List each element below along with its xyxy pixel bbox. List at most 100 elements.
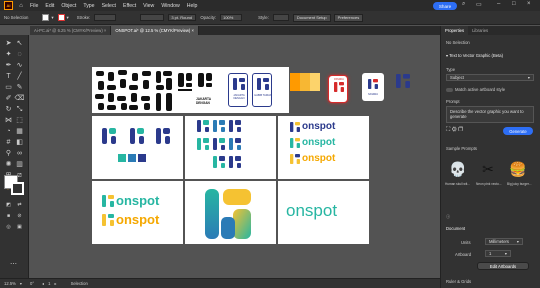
lasso-icon[interactable]: ◌ [15,50,24,59]
direct-selection-tool-icon[interactable]: ↖ [15,39,24,48]
gradient-tool-icon[interactable]: ◧ [15,138,24,147]
document-setup-button[interactable]: Document Setup [292,13,331,22]
tab-libraries[interactable]: Libraries [468,26,492,35]
sample-caption: Neon pink vecto... [476,182,502,186]
zoom-level[interactable]: 12.5% [4,281,16,286]
neon-sample-icon[interactable]: ✂ [477,158,499,180]
prev-artboard-icon[interactable]: ◂ [42,281,44,286]
menu-bar: Ai ⌂ File Edit Object Type Select Effect… [0,0,540,11]
home-icon[interactable]: ⌂ [16,3,26,9]
shape-builder-icon[interactable]: ◔ [4,127,13,136]
generate-button[interactable]: Generate [503,127,533,135]
line-tool-icon[interactable]: ╱ [15,72,24,81]
brush-select[interactable]: 3 pt. Round [168,14,197,21]
tab-properties[interactable]: Properties [441,26,469,35]
stroke-swatch[interactable] [57,14,65,21]
draw-mode-icon[interactable]: ◎ [4,223,13,232]
skull-sample-icon[interactable]: 💀 [447,158,469,180]
menu-view[interactable]: View [143,3,154,9]
rotation-angle[interactable]: 0° [30,281,34,286]
opacity-field[interactable]: 100% [220,14,243,21]
burger-sample-icon[interactable]: 🍔 [507,158,529,180]
chevron-down-icon[interactable]: ▾ [51,15,53,21]
orange-swatches[interactable] [290,73,320,91]
wordmark-yellow-large: onspot [116,212,160,227]
units-select[interactable]: Millimeters ▾ [485,238,523,245]
text-to-vector-heading[interactable]: ▾ Text to Vector Graphic (Beta) [446,53,503,58]
artboard-variants[interactable] [185,116,276,179]
fill-swatch[interactable] [42,14,50,21]
artboard-select[interactable]: 1 ▾ [485,250,511,257]
preferences-button[interactable]: Preferences [333,13,364,22]
blend-tool-icon[interactable]: ∞ [15,149,24,158]
shaper-tool-icon[interactable]: ✐ [4,94,13,103]
prompt-options-icons[interactable]: ⛶ ⚙ ❐ [446,127,463,134]
eyedropper-icon[interactable]: ⚲ [4,149,13,158]
chevron-down-icon[interactable]: ▾ [20,281,22,286]
menu-window[interactable]: Window [161,3,179,9]
free-transform-icon[interactable]: ⬚ [15,116,24,125]
artboard-number[interactable]: 1 [48,281,50,286]
chevron-down-icon: ▾ [504,251,507,256]
more-tools-icon[interactable]: ⋯ [9,260,18,269]
selection-tool-icon[interactable]: ➤ [4,39,13,48]
swap-colors-icon[interactable]: ⇄ [15,201,24,210]
logo-mark-navy[interactable] [396,73,410,89]
artboard-big-mark[interactable] [185,181,276,244]
edit-artboards-label: Edit Artboards [489,263,517,269]
stroke-color-swatch[interactable] [11,182,24,195]
info-icon[interactable]: ⓘ [446,214,450,220]
sign-pasdda[interactable]: PASDDA [328,75,348,103]
brush-tool-icon[interactable]: ✎ [15,83,24,92]
artboard-row1[interactable]: JAKARTA DENGAN JAKARTA DENGAN HABIB TAMA… [92,67,289,113]
tab-ai-pc[interactable]: Ai-PC.ai* @ 6.25 % (CMYK/Preview) × [30,26,112,35]
minimize-icon[interactable]: – [497,1,500,7]
prompt-input[interactable]: Describe the vector graphic you want to … [446,106,534,123]
sign-nasdra[interactable]: NASDRA [362,73,384,101]
width-tool-icon[interactable]: ⋈ [4,116,13,125]
toggle-switch[interactable] [446,87,453,92]
magic-wand-icon[interactable]: ✦ [4,50,13,59]
scale-tool-icon[interactable]: ⤡ [15,105,24,114]
tab-onspot[interactable]: ONSPOT.ai* @ 12.5 % (CMYK/Preview) × [111,26,199,35]
menu-type[interactable]: Type [83,3,94,9]
perspective-grid-icon[interactable]: ▦ [15,127,24,136]
artboard-wordmark-stack[interactable]: onspot onspot [92,181,183,244]
canvas[interactable]: JAKARTA DENGAN JAKARTA DENGAN HABIB TAMA… [30,35,440,278]
match-style-toggle[interactable]: Match active artboard style [446,87,505,92]
color-mode-icon[interactable]: ■ [4,212,13,221]
symbol-sprayer-icon[interactable]: ✺ [4,160,13,169]
artboard-wordmark-only[interactable]: onspot [278,181,369,244]
menu-effect[interactable]: Effect [123,3,136,9]
curvature-tool-icon[interactable]: ∿ [15,61,24,70]
rectangle-tool-icon[interactable]: ▭ [4,83,13,92]
stroke-weight-field[interactable] [94,14,117,21]
type-select[interactable]: Subject ▾ [446,74,534,81]
eraser-tool-icon[interactable]: ⌫ [15,94,25,103]
arrange-icon[interactable]: ▭ [476,1,482,8]
none-color-icon[interactable]: ⊘ [15,212,24,221]
chevron-down-icon[interactable]: ▾ [67,15,69,21]
maximize-icon[interactable]: □ [512,1,516,7]
search-icon[interactable]: ⌕ [462,1,465,8]
edit-artboards-button[interactable]: Edit Artboards [477,262,529,270]
pen-tool-icon[interactable]: ✒ [4,61,13,70]
menu-help[interactable]: Help [187,3,198,9]
menu-select[interactable]: Select [102,3,116,9]
share-button[interactable]: Share [433,2,457,10]
variable-width-field[interactable] [140,14,165,21]
graph-tool-icon[interactable]: ▥ [15,160,24,169]
default-colors-icon[interactable]: ◩ [4,201,13,210]
mesh-tool-icon[interactable]: # [4,138,13,147]
close-icon[interactable]: × [527,1,531,7]
artboard-wordmarks[interactable]: onspot onspot onspot [278,116,369,179]
artboard-colors[interactable] [92,116,183,179]
menu-object[interactable]: Object [61,3,76,9]
type-tool-icon[interactable]: T [4,72,13,81]
screen-mode-icon[interactable]: ▣ [15,223,24,232]
next-artboard-icon[interactable]: ▸ [54,281,56,286]
menu-file[interactable]: File [30,3,38,9]
menu-edit[interactable]: Edit [45,3,54,9]
style-select[interactable] [272,14,289,21]
rotate-tool-icon[interactable]: ↻ [4,105,13,114]
